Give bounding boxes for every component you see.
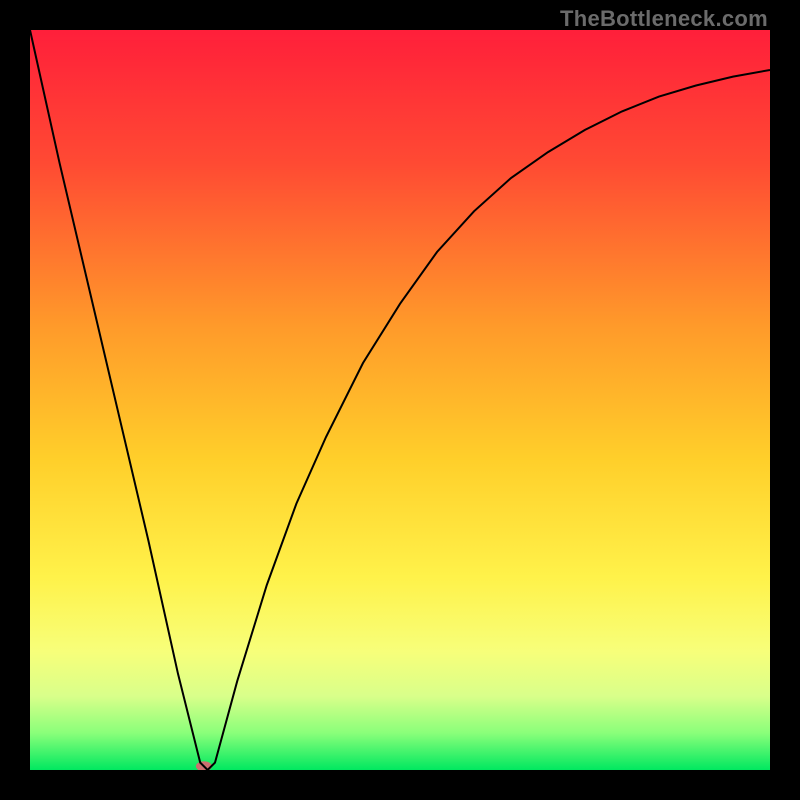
chart-svg: [30, 30, 770, 770]
plot-area: [30, 30, 770, 770]
chart-background: [30, 30, 770, 770]
watermark-text: TheBottleneck.com: [560, 6, 768, 32]
chart-stage: TheBottleneck.com: [0, 0, 800, 800]
